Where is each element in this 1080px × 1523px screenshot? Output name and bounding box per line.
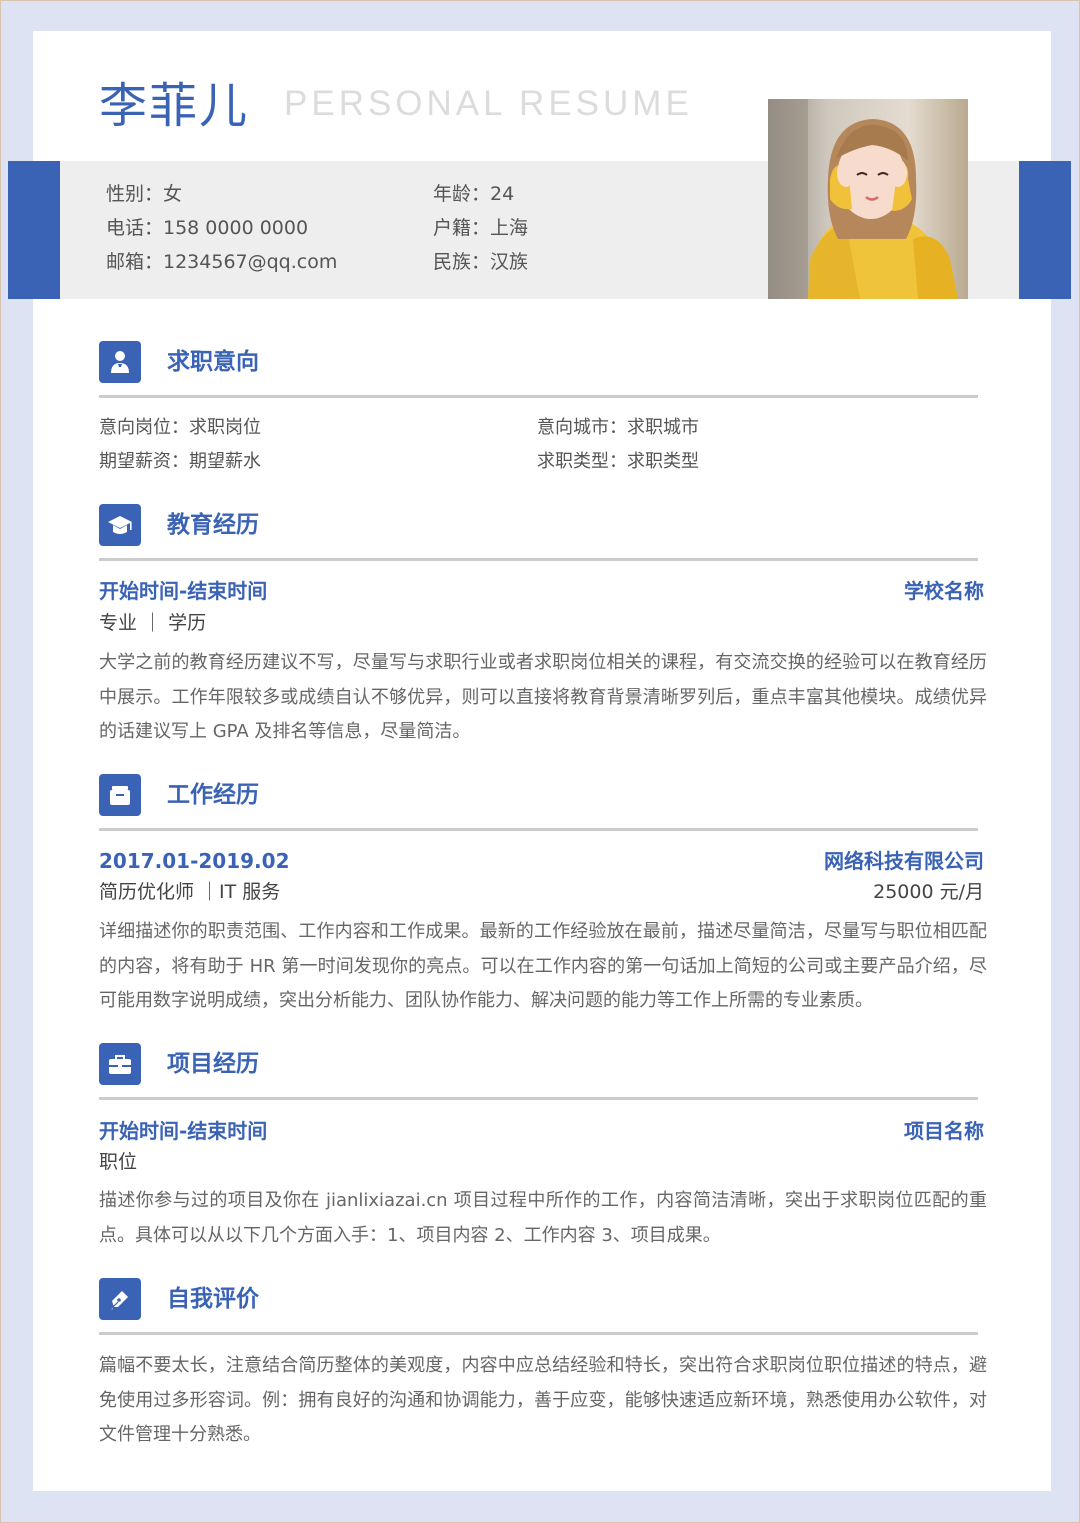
info-gender: 性别：女 bbox=[106, 183, 183, 205]
candidate-name: 李菲儿 bbox=[99, 78, 250, 134]
work-role: 简历优化师 ｜IT 服务 bbox=[99, 881, 281, 903]
section-divider bbox=[99, 1332, 978, 1335]
section-project-title: 项目经历 bbox=[167, 1051, 259, 1077]
education-period: 开始时间-结束时间 bbox=[99, 579, 268, 603]
work-company: 网络科技有限公司 bbox=[824, 849, 984, 873]
project-name: 项目名称 bbox=[904, 1119, 984, 1143]
section-divider bbox=[99, 395, 978, 398]
section-divider bbox=[99, 828, 978, 831]
info-phone: 电话：158 0000 0000 bbox=[106, 217, 309, 239]
project-role: 职位 bbox=[99, 1151, 138, 1173]
section-education-header: 教育经历 bbox=[99, 504, 978, 564]
section-intent-header: 求职意向 bbox=[99, 341, 978, 401]
info-age: 年龄：24 bbox=[433, 183, 515, 205]
briefcase-icon bbox=[99, 774, 141, 816]
resume-title: PERSONAL RESUME bbox=[284, 84, 693, 123]
project-description: 描述你参与过的项目及你在 jianlixiazai.cn 项目过程中所作的工作，… bbox=[99, 1190, 987, 1246]
education-school: 学校名称 bbox=[904, 579, 984, 603]
profile-photo bbox=[768, 99, 968, 299]
section-self-header: 自我评价 bbox=[99, 1278, 978, 1338]
project-period: 开始时间-结束时间 bbox=[99, 1119, 268, 1143]
intent-position: 意向岗位：求职岗位 bbox=[99, 417, 261, 438]
work-period: 2017.01-2019.02 bbox=[99, 849, 290, 873]
band-accent-right bbox=[1019, 161, 1071, 299]
user-icon bbox=[99, 341, 141, 383]
info-email: 邮箱：1234567@qq.com bbox=[106, 251, 338, 273]
education-description: 大学之前的教育经历建议不写，尽量写与求职行业或者求职岗位相关的课程，有交流交换的… bbox=[99, 652, 987, 742]
work-salary: 25000 元/月 bbox=[873, 881, 984, 903]
section-self-title: 自我评价 bbox=[167, 1286, 259, 1312]
education-major: 专业 ｜ 学历 bbox=[99, 612, 207, 634]
section-divider bbox=[99, 1097, 978, 1100]
section-education-title: 教育经历 bbox=[167, 512, 259, 538]
intent-type: 求职类型：求职类型 bbox=[537, 451, 699, 472]
intent-city: 意向城市：求职城市 bbox=[537, 417, 699, 438]
section-divider bbox=[99, 558, 978, 561]
toolbox-icon bbox=[99, 1043, 141, 1085]
intent-salary: 期望薪资：期望薪水 bbox=[99, 451, 261, 472]
self-description: 篇幅不要太长，注意结合简历整体的美观度，内容中应总结经验和特长，突出符合求职岗位… bbox=[99, 1355, 987, 1445]
section-intent-title: 求职意向 bbox=[167, 349, 259, 375]
section-work-title: 工作经历 bbox=[167, 782, 259, 808]
section-work-header: 工作经历 bbox=[99, 774, 978, 834]
info-hometown: 户籍：上海 bbox=[433, 217, 529, 239]
graduation-cap-icon bbox=[99, 504, 141, 546]
info-ethnicity: 民族：汉族 bbox=[433, 251, 529, 273]
band-accent-left bbox=[8, 161, 60, 299]
section-project-header: 项目经历 bbox=[99, 1043, 978, 1103]
work-description: 详细描述你的职责范围、工作内容和工作成果。最新的工作经验放在最前，描述尽量简洁，… bbox=[99, 921, 987, 1011]
pen-icon bbox=[99, 1278, 141, 1320]
